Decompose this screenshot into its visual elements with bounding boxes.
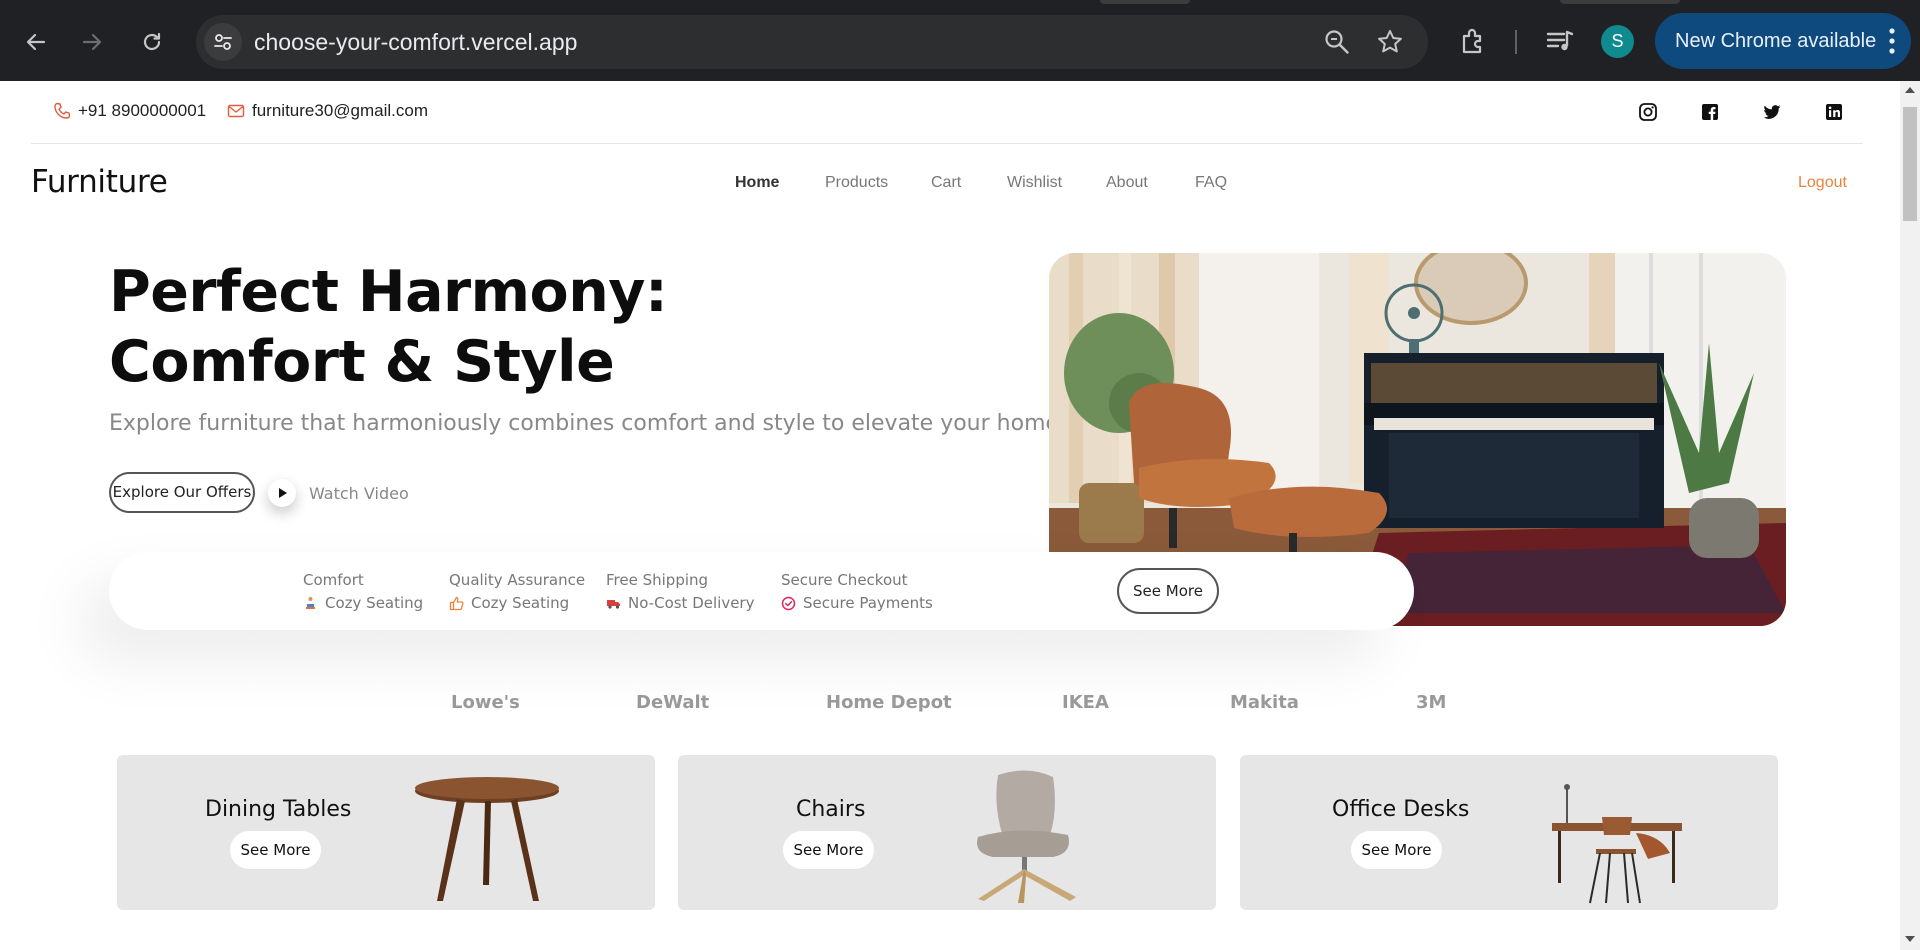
more-vert-icon: [1889, 28, 1895, 54]
reload-icon: [143, 32, 161, 51]
media-control-icon[interactable]: [1545, 28, 1575, 56]
truck-icon: [607, 599, 620, 609]
twitter-icon[interactable]: [1762, 102, 1782, 122]
watch-video-link[interactable]: Watch Video: [309, 484, 409, 503]
nav-faq[interactable]: FAQ: [1195, 174, 1227, 192]
feature-title: Secure Checkout: [781, 571, 908, 589]
facebook-icon[interactable]: [1700, 102, 1720, 122]
back-button[interactable]: [16, 22, 56, 62]
toolbar-divider: [1515, 30, 1517, 54]
brand-lowes: Lowe's: [451, 692, 520, 713]
zoom-icon[interactable]: [1324, 29, 1350, 55]
feature-comfort: Comfort Cozy Seating: [303, 571, 423, 612]
category-card-chairs[interactable]: Chairs See More: [678, 755, 1216, 910]
feature-title: Comfort: [303, 571, 364, 589]
update-label: New Chrome available: [1675, 30, 1877, 52]
brand-ikea: IKEA: [1062, 692, 1109, 713]
arrow-right-icon: [82, 33, 102, 51]
contact-bar: +91 8900000001 furniture30@gmail.com: [31, 81, 1863, 144]
reload-button[interactable]: [132, 22, 172, 62]
feature-title: Free Shipping: [606, 571, 709, 589]
check-circle-icon: [781, 596, 796, 610]
extensions-icon[interactable]: [1458, 26, 1488, 56]
features-see-more-button[interactable]: See More: [1117, 568, 1219, 614]
category-see-more-button[interactable]: See More: [230, 831, 321, 869]
profile-avatar[interactable]: S: [1601, 25, 1634, 58]
hero-title-line2: Comfort & Style: [109, 329, 615, 395]
arrow-left-icon: [26, 33, 46, 51]
nav-home[interactable]: Home: [735, 174, 779, 192]
email-contact[interactable]: furniture30@gmail.com: [227, 101, 428, 121]
feature-title: Quality Assurance: [449, 571, 586, 589]
category-title: Dining Tables: [205, 797, 352, 822]
site-info-icon[interactable]: [204, 23, 242, 61]
phone-icon: [54, 102, 71, 119]
category-see-more-button[interactable]: See More: [1351, 831, 1442, 869]
brand-3m: 3M: [1416, 692, 1447, 713]
linkedin-icon[interactable]: [1824, 102, 1844, 122]
hero-subtitle: Explore furniture that harmoniously comb…: [109, 411, 1060, 436]
nav-about[interactable]: About: [1106, 174, 1148, 192]
scrollbar-thumb[interactable]: [1903, 107, 1917, 221]
feature-subtitle: No-Cost Delivery: [606, 594, 754, 612]
brand-makita: Makita: [1230, 692, 1299, 713]
nav-wishlist[interactable]: Wishlist: [1007, 174, 1062, 192]
hero-title: Perfect Harmony: Comfort & Style: [109, 257, 1009, 397]
category-card-dining-tables[interactable]: Dining Tables See More: [117, 755, 655, 910]
page-scrollbar[interactable]: [1900, 81, 1920, 950]
office-desk-image: [1552, 784, 1682, 904]
feature-subtitle: Secure Payments: [781, 594, 933, 612]
features-bar: Comfort Cozy Seating Quality Assurance C…: [109, 552, 1414, 630]
play-video-button[interactable]: [268, 479, 296, 507]
phone-contact[interactable]: +91 8900000001: [53, 101, 206, 121]
hero-title-line1: Perfect Harmony:: [109, 259, 668, 325]
scroll-down-arrow-icon[interactable]: [1905, 936, 1915, 942]
logout-link[interactable]: Logout: [1798, 174, 1847, 192]
category-title: Office Desks: [1332, 797, 1470, 822]
url-text[interactable]: choose-your-comfort.vercel.app: [254, 15, 577, 69]
dining-table-image: [415, 777, 559, 901]
mail-icon: [227, 104, 245, 118]
feature-subtitle: Cozy Seating: [303, 594, 423, 612]
email-text: furniture30@gmail.com: [252, 101, 428, 120]
feature-quality: Quality Assurance Cozy Seating: [449, 571, 585, 612]
site-logo[interactable]: Furniture: [31, 164, 168, 200]
tab-edge: [1100, 0, 1190, 4]
person-seat-icon: [306, 596, 315, 609]
feature-checkout: Secure Checkout Secure Payments: [781, 571, 933, 612]
category-see-more-button[interactable]: See More: [783, 831, 874, 869]
chair-image: [977, 770, 1076, 903]
thumbs-up-icon: [449, 596, 464, 610]
web-page: +91 8900000001 furniture30@gmail.com Fur…: [0, 81, 1900, 950]
brand-dewalt: DeWalt: [636, 692, 710, 713]
explore-offers-button[interactable]: Explore Our Offers: [109, 472, 255, 513]
category-title: Chairs: [796, 797, 866, 822]
forward-button[interactable]: [72, 22, 112, 62]
chrome-update-button[interactable]: New Chrome available: [1655, 13, 1911, 69]
browser-toolbar: choose-your-comfort.vercel.app S New Chr…: [0, 0, 1920, 81]
category-card-office-desks[interactable]: Office Desks See More: [1240, 755, 1778, 910]
phone-text: +91 8900000001: [78, 101, 207, 120]
brand-home-depot: Home Depot: [826, 692, 952, 713]
scroll-up-arrow-icon[interactable]: [1905, 87, 1915, 93]
nav-cart[interactable]: Cart: [931, 174, 961, 192]
tab-edge: [1560, 0, 1680, 4]
bookmark-star-icon[interactable]: [1376, 28, 1404, 56]
instagram-icon[interactable]: [1638, 102, 1658, 122]
address-bar[interactable]: choose-your-comfort.vercel.app: [196, 15, 1428, 69]
feature-subtitle: Cozy Seating: [449, 594, 585, 612]
nav-products[interactable]: Products: [825, 174, 888, 192]
feature-shipping: Free Shipping No-Cost Delivery: [606, 571, 754, 612]
